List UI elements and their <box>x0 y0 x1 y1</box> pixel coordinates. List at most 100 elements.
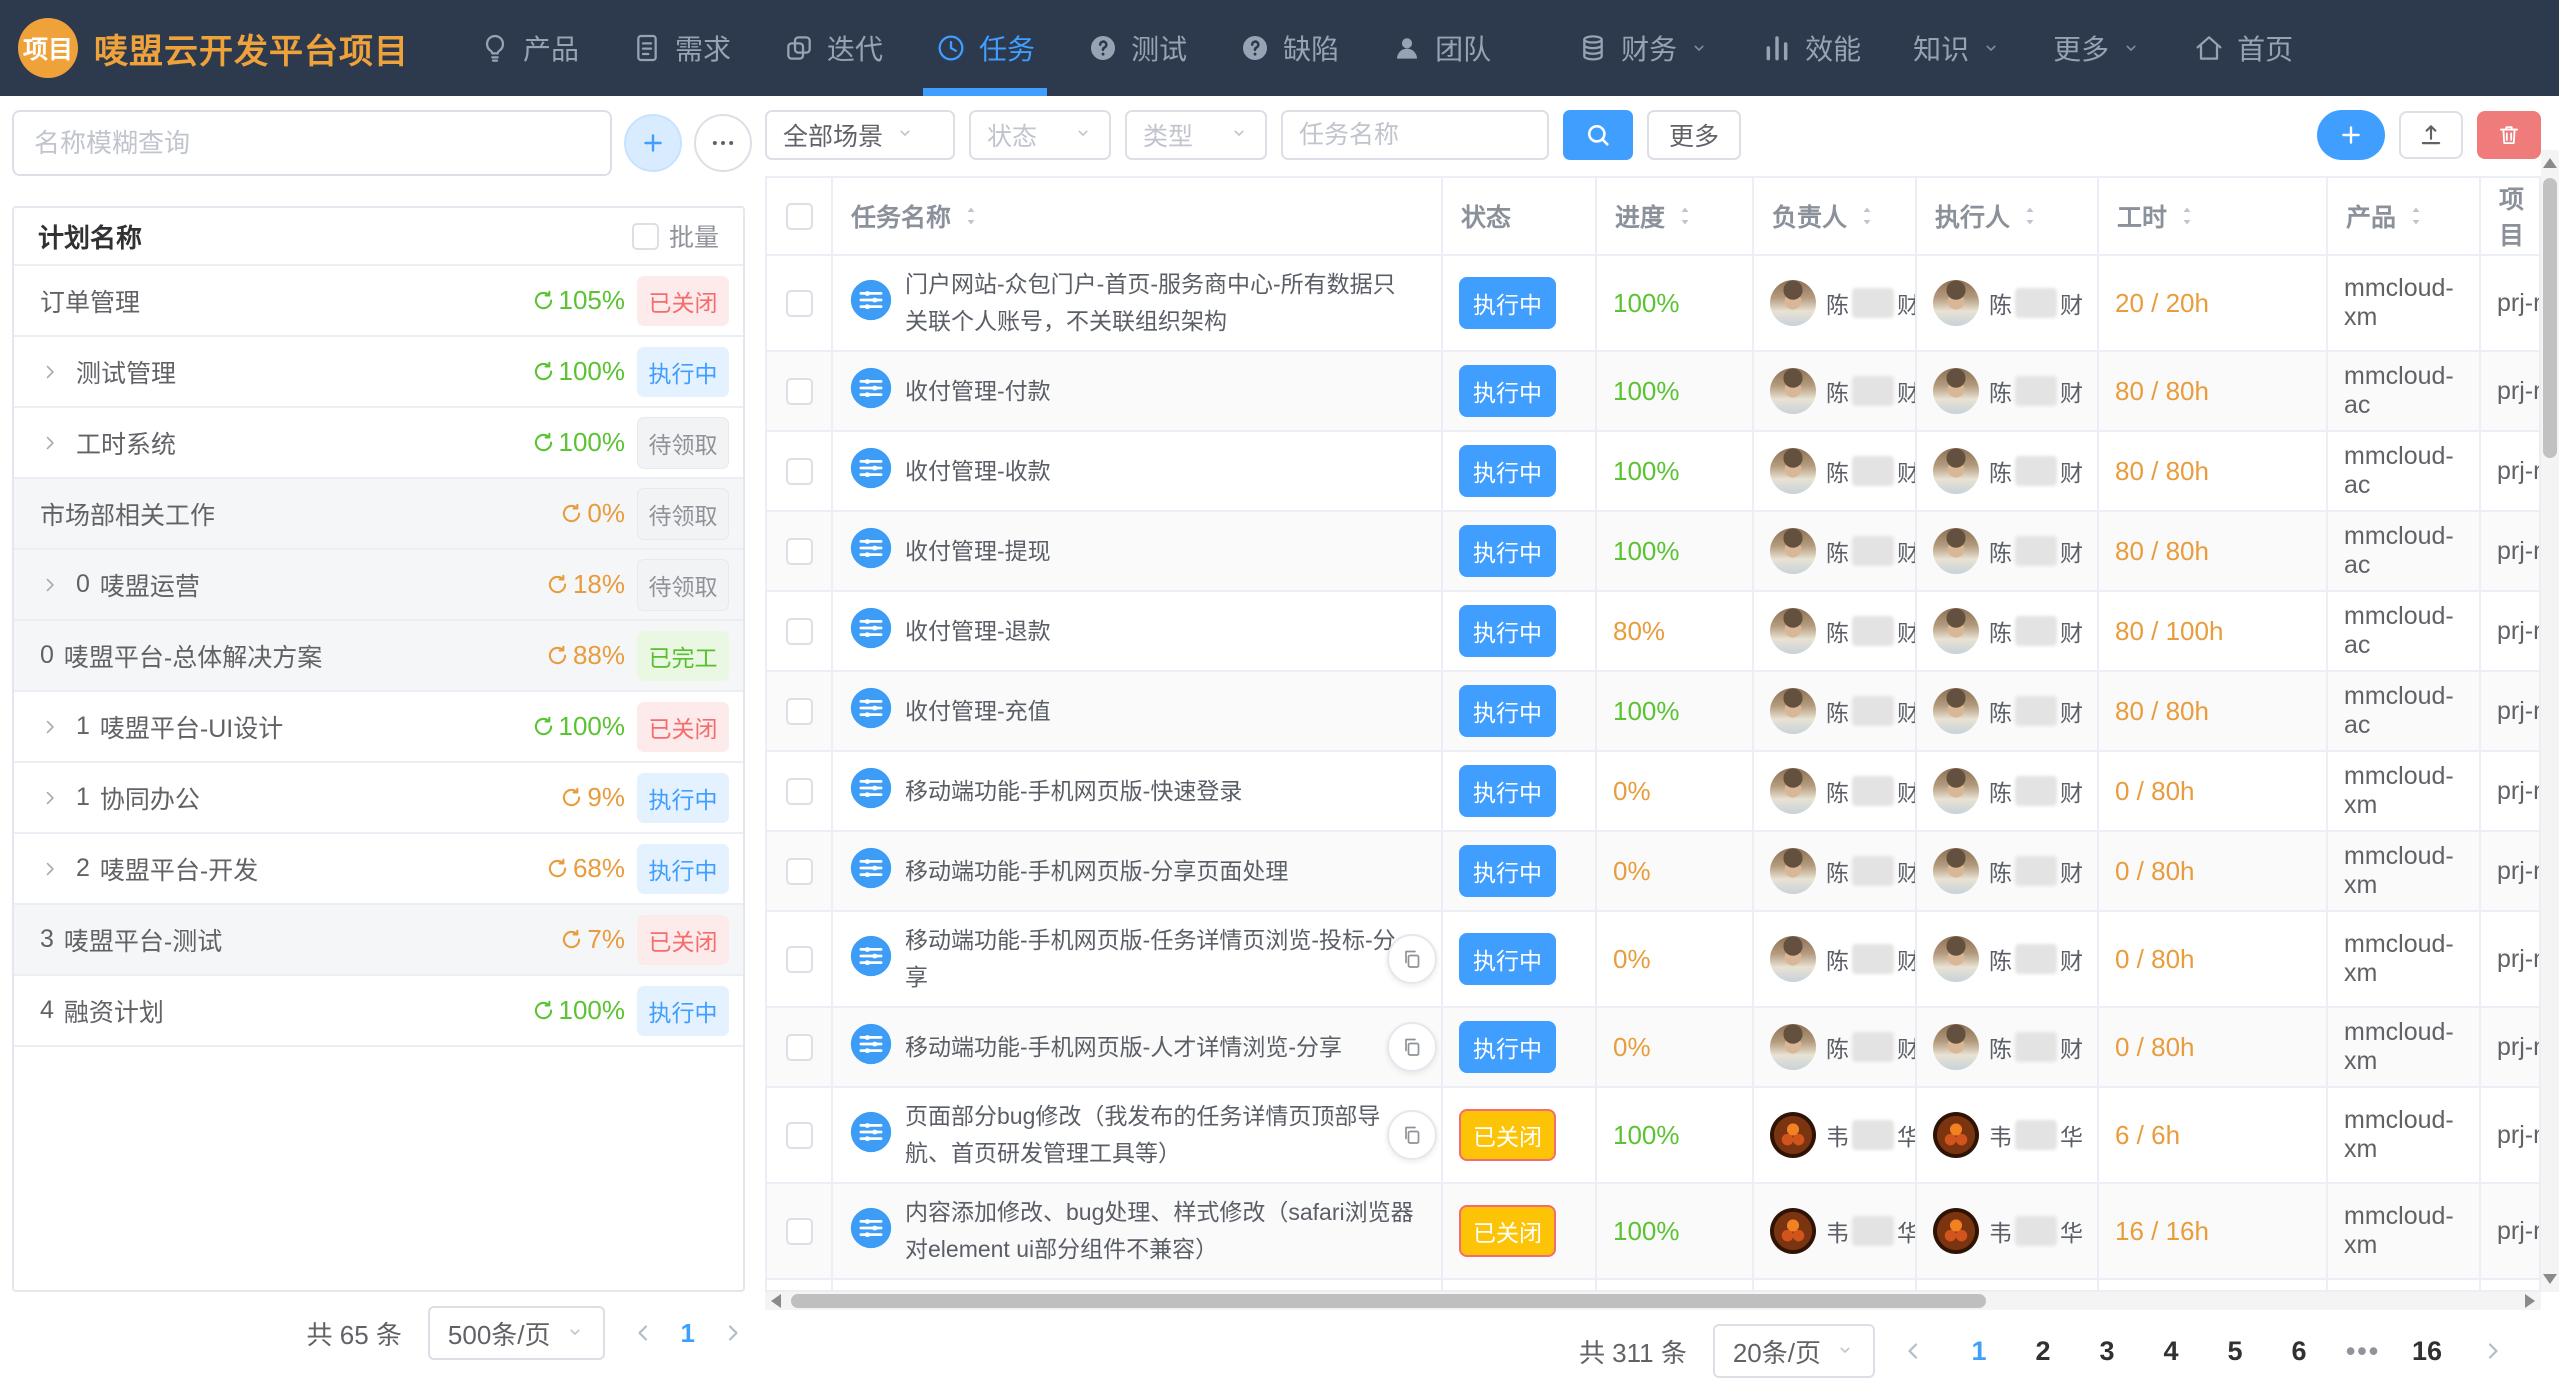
task-row[interactable]: 门户网站-众包门户-首页-服务商中心-所有数据只关联个人账号，不关联组织架构执行… <box>767 256 2539 352</box>
task-row[interactable]: 收付管理-退款执行中80%陈财陈财80 / 100hmmcloud-acprj-… <box>767 592 2539 672</box>
column-header-负责人[interactable]: 负责人 <box>1754 178 1917 254</box>
page-6[interactable]: 6 <box>2271 1336 2327 1367</box>
task-row[interactable]: 收付管理-付款执行中100%陈财陈财80 / 80hmmcloud-acprj-… <box>767 352 2539 432</box>
plan-row[interactable]: 1协同办公9%执行中 <box>14 763 743 834</box>
copy-button[interactable] <box>1387 1022 1437 1072</box>
page-16[interactable]: 16 <box>2399 1336 2455 1367</box>
plan-row[interactable]: 工时系统100%待领取 <box>14 408 743 479</box>
nav-item-测试[interactable]: 测试 <box>1061 0 1213 96</box>
add-task-button[interactable] <box>2317 110 2385 160</box>
row-checkbox[interactable] <box>786 538 813 565</box>
row-checkbox[interactable] <box>786 1122 813 1149</box>
row-checkbox[interactable] <box>786 458 813 485</box>
plan-page-size-select[interactable]: 500条/页 <box>428 1306 605 1360</box>
row-checkbox[interactable] <box>786 290 813 317</box>
scroll-up-arrow[interactable] <box>2543 158 2557 168</box>
row-checkbox[interactable] <box>786 618 813 645</box>
plan-row[interactable]: 1唛盟平台-UI设计100%已关闭 <box>14 692 743 763</box>
column-header-状态[interactable]: 状态 <box>1443 178 1597 254</box>
copy-button[interactable] <box>1387 1110 1437 1160</box>
horizontal-scroll-thumb[interactable] <box>791 1294 1986 1308</box>
expand-icon[interactable] <box>40 433 60 453</box>
upload-button[interactable] <box>2399 111 2463 159</box>
plan-page-number[interactable]: 1 <box>681 1318 695 1349</box>
task-row[interactable]: 移动端功能-手机网页版-分享页面处理执行中0%陈财陈财0 / 80hmmclou… <box>767 832 2539 912</box>
expand-icon[interactable] <box>40 717 60 737</box>
plan-search-input[interactable] <box>12 110 612 176</box>
page-5[interactable]: 5 <box>2207 1336 2263 1367</box>
plan-row[interactable]: 4融资计划100%执行中 <box>14 976 743 1047</box>
expand-icon[interactable] <box>40 788 60 808</box>
nav-item-需求[interactable]: 需求 <box>605 0 757 96</box>
task-next-page-button[interactable] <box>2481 1339 2505 1363</box>
app-logo[interactable]: 项目 <box>18 18 78 78</box>
task-prev-page-button[interactable] <box>1901 1339 1925 1363</box>
task-row[interactable]: 移动端功能-手机网页版-人才详情浏览-分享执行中0%陈财陈财0 / 80hmmc… <box>767 1008 2539 1088</box>
page-ellipsis[interactable]: ••• <box>2335 1336 2391 1367</box>
scene-select[interactable]: 全部场景 <box>765 110 955 160</box>
task-row[interactable]: 收付管理-收款执行中100%陈财陈财80 / 80hmmcloud-acprj-… <box>767 432 2539 512</box>
task-row[interactable]: 收付管理-充值执行中100%陈财陈财80 / 80hmmcloud-acprj-… <box>767 672 2539 752</box>
nav-item-效能[interactable]: 效能 <box>1735 0 1887 96</box>
plan-prev-page-button[interactable] <box>631 1321 655 1345</box>
delete-button[interactable] <box>2477 111 2541 159</box>
column-header-项目[interactable]: 项目 <box>2481 178 2539 254</box>
row-checkbox[interactable] <box>786 1218 813 1245</box>
plan-row[interactable]: 2唛盟平台-开发68%执行中 <box>14 834 743 905</box>
task-row[interactable]: 收付管理-提现执行中100%陈财陈财80 / 80hmmcloud-acprj-… <box>767 512 2539 592</box>
task-row[interactable]: 门户网站-众包门户-首页-服务商中心-我的任务已关闭100%陈裕财韦华32 / … <box>767 1280 2539 1292</box>
column-header-产品[interactable]: 产品 <box>2328 178 2481 254</box>
nav-item-财务[interactable]: 财务 <box>1551 0 1735 96</box>
task-page-size-select[interactable]: 20条/页 <box>1713 1324 1875 1378</box>
nav-item-首页[interactable]: 首页 <box>2167 0 2319 96</box>
page-4[interactable]: 4 <box>2143 1336 2199 1367</box>
type-select[interactable]: 类型 <box>1125 110 1267 160</box>
search-button[interactable] <box>1563 110 1633 160</box>
task-row[interactable]: 移动端功能-手机网页版-快速登录执行中0%陈财陈财0 / 80hmmcloud-… <box>767 752 2539 832</box>
copy-button[interactable] <box>1387 934 1437 984</box>
task-row[interactable]: 内容添加修改、bug处理、样式修改（safari浏览器对element ui部分… <box>767 1184 2539 1280</box>
plan-row[interactable]: 测试管理100%执行中 <box>14 337 743 408</box>
add-plan-button[interactable] <box>624 114 682 172</box>
vertical-scroll-thumb[interactable] <box>2543 178 2557 458</box>
nav-item-更多[interactable]: 更多 <box>2027 0 2167 96</box>
batch-checkbox[interactable] <box>632 223 659 250</box>
scroll-left-arrow[interactable] <box>771 1294 781 1308</box>
column-header-任务名称[interactable]: 任务名称 <box>833 178 1443 254</box>
page-2[interactable]: 2 <box>2015 1336 2071 1367</box>
expand-icon[interactable] <box>40 362 60 382</box>
scroll-right-arrow[interactable] <box>2525 1294 2535 1308</box>
nav-item-团队[interactable]: 团队 <box>1365 0 1517 96</box>
row-checkbox[interactable] <box>786 698 813 725</box>
page-3[interactable]: 3 <box>2079 1336 2135 1367</box>
nav-item-任务[interactable]: 任务 <box>909 0 1061 96</box>
row-checkbox[interactable] <box>786 858 813 885</box>
task-row[interactable]: 移动端功能-手机网页版-任务详情页浏览-投标-分享执行中0%陈财陈财0 / 80… <box>767 912 2539 1008</box>
row-checkbox[interactable] <box>786 378 813 405</box>
more-filters-button[interactable]: 更多 <box>1647 110 1741 160</box>
nav-item-知识[interactable]: 知识 <box>1887 0 2027 96</box>
select-all-checkbox[interactable] <box>786 203 813 230</box>
nav-item-缺陷[interactable]: 缺陷 <box>1213 0 1365 96</box>
plan-row[interactable]: 订单管理105%已关闭 <box>14 266 743 337</box>
nav-item-迭代[interactable]: 迭代 <box>757 0 909 96</box>
column-header-执行人[interactable]: 执行人 <box>1917 178 2099 254</box>
column-header-工时[interactable]: 工时 <box>2099 178 2328 254</box>
nav-item-产品[interactable]: 产品 <box>453 0 605 96</box>
row-checkbox[interactable] <box>786 946 813 973</box>
task-name-input[interactable] <box>1281 110 1549 160</box>
plan-row[interactable]: 0唛盟运营18%待领取 <box>14 550 743 621</box>
expand-icon[interactable] <box>40 575 60 595</box>
task-row[interactable]: 页面部分bug修改（我发布的任务详情页顶部导航、首页研发管理工具等）已关闭100… <box>767 1088 2539 1184</box>
plan-next-page-button[interactable] <box>721 1321 745 1345</box>
status-select[interactable]: 状态 <box>969 110 1111 160</box>
row-checkbox[interactable] <box>786 778 813 805</box>
scroll-down-arrow[interactable] <box>2543 1274 2557 1284</box>
expand-icon[interactable] <box>40 859 60 879</box>
plan-row[interactable]: 0唛盟平台-总体解决方案88%已完工 <box>14 621 743 692</box>
page-1[interactable]: 1 <box>1951 1336 2007 1367</box>
plan-row[interactable]: 市场部相关工作0%待领取 <box>14 479 743 550</box>
plan-row[interactable]: 3唛盟平台-测试7%已关闭 <box>14 905 743 976</box>
column-header-进度[interactable]: 进度 <box>1597 178 1754 254</box>
row-checkbox[interactable] <box>786 1034 813 1061</box>
